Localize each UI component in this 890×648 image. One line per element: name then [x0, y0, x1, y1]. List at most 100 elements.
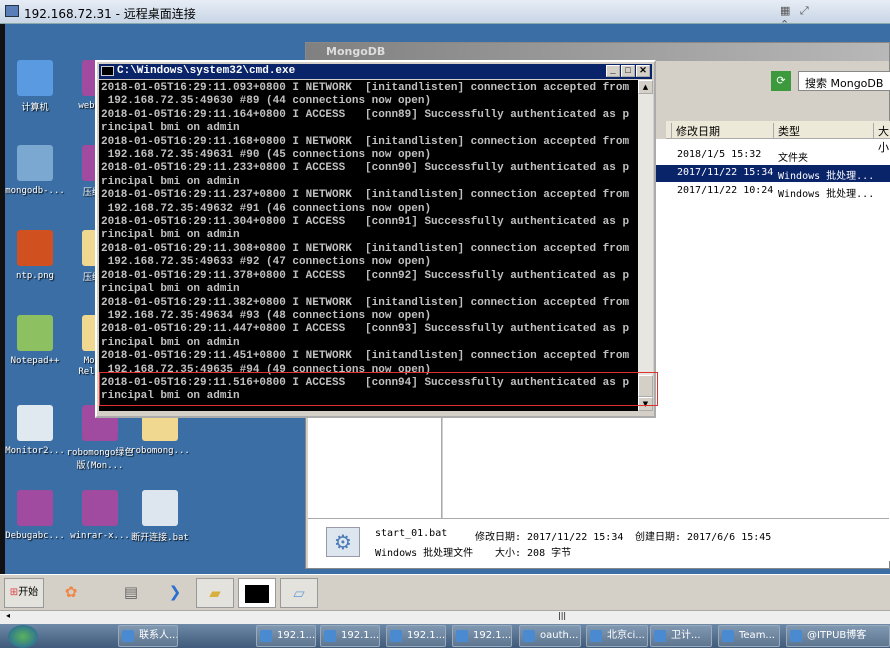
desktop-icon-label: Notepad++ — [10, 356, 60, 366]
refresh-icon[interactable]: ⟳ — [771, 71, 791, 91]
powershell-icon[interactable]: ❯ — [156, 578, 194, 608]
taskbar-item-label: 192.1... — [407, 630, 446, 641]
detail-size: 大小: 208 字节 — [495, 548, 572, 559]
desktop-icon-label: ntp.png — [16, 271, 54, 281]
cmd-window[interactable]: C:\Windows\system32\cmd.exe _ □ ✕ 2018-0… — [95, 60, 656, 418]
taskbar-item-label: 192.1... — [473, 630, 512, 641]
minimize-button[interactable]: _ — [606, 65, 620, 77]
console-line: 2018-01-05T16:29:11.382+0800 I NETWORK [… — [101, 296, 630, 309]
console-line: 2018-01-05T16:29:11.164+0800 I ACCESS [c… — [101, 108, 630, 121]
windows-start-orb[interactable] — [8, 625, 38, 648]
taskbar-item[interactable]: @ITPUB博客 — [786, 625, 890, 647]
file-row[interactable]: 2018/1/5 15:32 文件夹 — [653, 147, 890, 164]
desktop-icon[interactable]: Notepad++ — [0, 315, 70, 366]
taskbar-item-label: @ITPUB博客 — [807, 630, 867, 641]
server-manager-icon[interactable]: ▤ — [112, 578, 150, 608]
close-button[interactable]: ✕ — [636, 65, 650, 77]
desktop-icon[interactable]: Debugabc... — [0, 490, 70, 541]
console-line: 2018-01-05T16:29:11.308+0800 I NETWORK [… — [101, 242, 630, 255]
column-header: 修改日期 类型 大小 — [666, 121, 890, 154]
folder-icon[interactable]: ▰ — [196, 578, 234, 608]
console-line: rincipal bmi on admin — [101, 175, 240, 188]
start-button[interactable]: ⊞开始 — [4, 578, 44, 608]
notepad-icon[interactable]: ▱ — [280, 578, 318, 608]
rdp-title-bar[interactable]: 192.168.72.31 - 远程桌面连接 ▦ ⤢ ⌃ — [0, 0, 890, 31]
detail-type: Windows 批处理文件 — [375, 548, 474, 559]
remote-taskbar: ⊞开始 ✿ ▤ ❯ ▰ ▱ — [0, 574, 890, 610]
desktop-icon-label: robomongo绿色版(Mon... — [66, 448, 134, 471]
file-type: Windows 批处理... — [778, 171, 875, 182]
taskbar-item[interactable]: 192.1... — [256, 625, 316, 647]
console-line: 192.168.72.35:49630 #89 (44 connections … — [101, 95, 432, 108]
console-line: rincipal bmi on admin — [101, 336, 240, 349]
console-line: rincipal bmi on admin — [101, 122, 240, 135]
taskbar-item-label: 卫计... — [671, 630, 701, 641]
taskbar-item[interactable]: 192.1... — [452, 625, 512, 647]
taskbar-item[interactable]: 卫计... — [650, 625, 712, 647]
cmd-title-bar[interactable]: C:\Windows\system32\cmd.exe _ □ ✕ — [99, 64, 652, 79]
gear-icon — [142, 490, 178, 526]
console-line: 2018-01-05T16:29:11.093+0800 I NETWORK [… — [101, 82, 630, 94]
column-size[interactable]: 大小 — [873, 123, 890, 154]
desktop-icon-label: robomong... — [130, 446, 190, 456]
app-icon[interactable]: ✿ — [52, 578, 90, 608]
console-line: 192.168.72.35:49633 #92 (47 connections … — [101, 256, 432, 269]
desktop-icon-label: 计算机 — [21, 103, 49, 113]
cmd-taskbar-icon[interactable] — [238, 578, 276, 608]
desktop-icon-label: 断开连接.bat — [131, 533, 189, 543]
console-line: rincipal bmi on admin — [101, 283, 240, 296]
desktop-icon[interactable]: ntp.png — [0, 230, 70, 281]
maximize-button[interactable]: □ — [621, 65, 635, 77]
cmd-icon — [101, 66, 114, 76]
details-pane: ⚙ start_01.bat Windows 批处理文件 修改日期: 2017/… — [308, 518, 889, 568]
file-type: 文件夹 — [778, 153, 808, 164]
app-icon — [456, 630, 468, 642]
rdp-title: 192.168.72.31 - 远程桌面连接 — [24, 7, 196, 21]
console-line: 192.168.72.35:49631 #90 (45 connections … — [101, 149, 432, 162]
app-icon — [590, 630, 602, 642]
computer-icon — [17, 60, 53, 96]
console-line: 2018-01-05T16:29:11.168+0800 I NETWORK [… — [101, 135, 630, 148]
taskbar-item[interactable]: 联系人... — [118, 625, 178, 647]
scroll-up-button[interactable]: ▲ — [638, 80, 653, 94]
taskbar-item-label: 192.1... — [341, 630, 380, 641]
taskbar-item[interactable]: 192.1... — [320, 625, 380, 647]
app-icon — [324, 630, 336, 642]
search-input[interactable]: 搜索 MongoDB — [798, 71, 890, 91]
taskbar-item[interactable]: oauth... — [519, 625, 581, 647]
console-output[interactable]: 2018-01-05T16:29:11.093+0800 I NETWORK [… — [99, 80, 638, 411]
taskbar-item-label: Team... — [739, 630, 775, 641]
cmd-title: C:\Windows\system32\cmd.exe — [117, 65, 296, 77]
rdp-controls[interactable]: ▦ ⤢ ⌃ — [780, 4, 820, 31]
taskbar-item[interactable]: Team... — [718, 625, 780, 647]
file-date: 2017/11/22 15:34 — [677, 167, 774, 178]
detail-created: 创建日期: 2017/6/6 15:45 — [635, 532, 772, 543]
column-modified[interactable]: 修改日期 — [671, 123, 720, 139]
desktop-icon-label: Debugabc... — [5, 531, 65, 541]
console-line: 2018-01-05T16:29:11.233+0800 I ACCESS [c… — [101, 162, 630, 175]
taskbar-item-label: 192.1... — [277, 630, 316, 641]
desktop-icon[interactable]: 计算机 — [0, 60, 70, 113]
app-icon — [722, 630, 734, 642]
file-type: Windows 批处理... — [778, 189, 875, 200]
console-line: 2018-01-05T16:29:11.451+0800 I NETWORK [… — [101, 350, 630, 363]
file-row[interactable]: 2017/11/22 10:24 Windows 批处理... — [653, 183, 890, 200]
file-row-selected[interactable]: 2017/11/22 15:34 Windows 批处理... — [653, 165, 890, 182]
start-label: 开始 — [18, 587, 39, 598]
desktop-icon[interactable]: mongodb-... — [0, 145, 70, 196]
file-date: 2017/11/22 10:24 — [677, 185, 774, 196]
taskbar-item[interactable]: 北京ci... — [586, 625, 648, 647]
taskbar-item[interactable]: 192.1... — [386, 625, 446, 647]
console-line: rincipal bmi on admin — [101, 229, 240, 242]
app-icon — [260, 630, 272, 642]
detail-modified: 修改日期: 2017/11/22 15:34 — [475, 532, 624, 543]
horizontal-scrollbar[interactable]: ◂ ||| — [0, 610, 890, 624]
image-icon — [17, 230, 53, 266]
desktop-icon-label: Monitor2... — [5, 446, 65, 456]
desktop-icon[interactable]: 断开连接.bat — [125, 490, 195, 543]
column-type[interactable]: 类型 — [773, 123, 800, 139]
desktop-icon[interactable]: Monitor2... — [0, 405, 70, 456]
console-line: 2018-01-05T16:29:11.237+0800 I NETWORK [… — [101, 189, 630, 202]
vertical-scrollbar[interactable]: ▲ ▼ — [638, 80, 653, 411]
console-line: 2018-01-05T16:29:11.447+0800 I ACCESS [c… — [101, 323, 630, 336]
